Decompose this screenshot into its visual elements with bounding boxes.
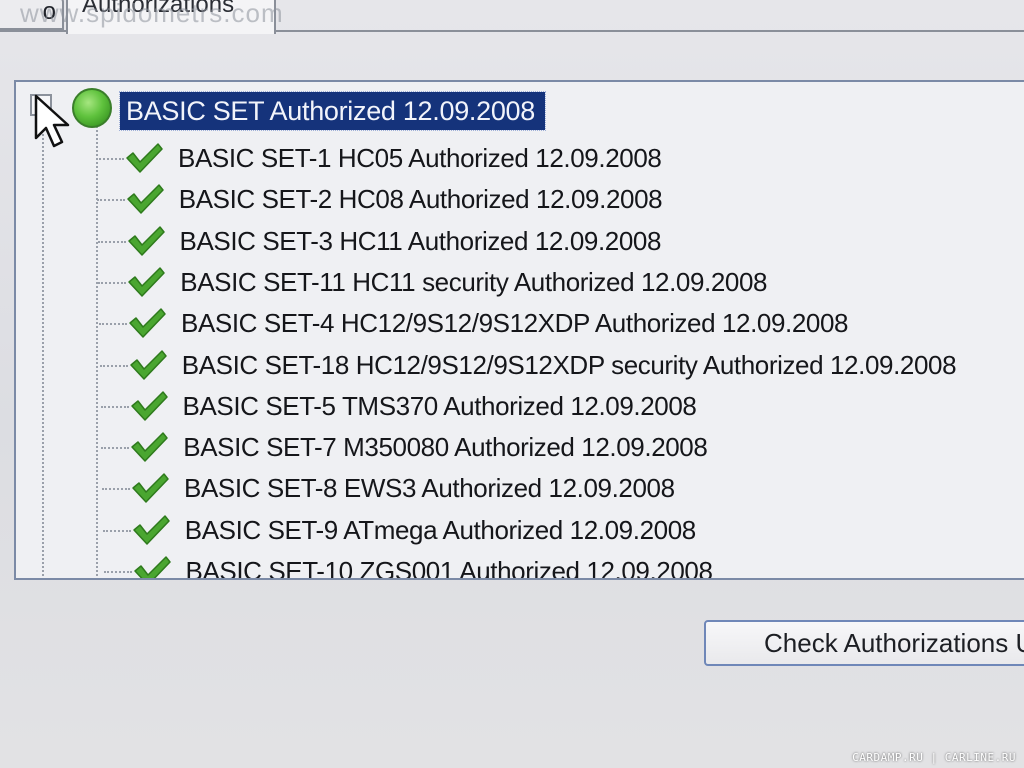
mouse-pointer-icon (34, 94, 70, 148)
tree-item-label: BASIC SET-5 TMS370 Authorized 12.09.2008 (182, 390, 697, 421)
tree-item-label: BASIC SET-9 ATmega Authorized 12.09.2008 (184, 514, 696, 545)
tree-item[interactable]: BASIC SET-18 HC12/9S12/9S12XDP security … (99, 345, 1024, 385)
tree-connector (97, 240, 126, 243)
check-icon (127, 225, 165, 256)
tree-item[interactable]: BASIC SET-4 HC12/9S12/9S12XDP Authorized… (99, 303, 1024, 343)
tree-item-label: BASIC SET-11 HC11 security Authorized 12… (180, 266, 768, 297)
tree-connector (101, 447, 130, 450)
tree-connector (99, 323, 127, 326)
tree-connector (102, 488, 130, 491)
tree-guide-line (42, 122, 44, 578)
tree-item-label: BASIC SET-1 HC05 Authorized 12.09.2008 (178, 143, 662, 173)
tree-item[interactable]: BASIC SET-5 TMS370 Authorized 12.09.2008 (100, 386, 1024, 426)
tree-connector (96, 199, 125, 202)
check-icon (128, 267, 165, 297)
tree-connector (96, 158, 124, 160)
watermark-top: www.spidometrs.com (20, 0, 284, 28)
tree-item-label: BASIC SET-18 HC12/9S12/9S12XDP security … (181, 349, 957, 380)
tree-item[interactable]: BASIC SET-10 ZGS001 Authorized 12.09.200… (103, 551, 1024, 580)
tree-item[interactable]: BASIC SET-2 HC08 Authorized 12.09.2008 (96, 179, 1024, 219)
tree-connector (103, 571, 132, 573)
tree-connector (100, 405, 129, 408)
watermark-bottom: CARDAMP.RU | CARLINE.RU (852, 751, 1016, 764)
tree-item-label: BASIC SET-3 HC11 Authorized 12.09.2008 (179, 225, 662, 256)
check-authorizations-button[interactable]: Check Authorizations U (704, 620, 1024, 666)
tree-connector (98, 281, 127, 284)
tree-item[interactable]: BASIC SET-7 M350080 Authorized 12.09.200… (101, 427, 1024, 467)
check-icon (129, 308, 166, 338)
tree-item-label: BASIC SET-7 M350080 Authorized 12.09.200… (183, 432, 708, 463)
check-icon (126, 143, 163, 173)
tree-item-label: BASIC SET-10 ZGS001 Authorized 12.09.200… (185, 556, 713, 580)
authorizations-tree[interactable]: BASIC SET Authorized 12.09.2008 BASIC SE… (14, 80, 1024, 580)
tree-connector (99, 364, 128, 367)
tree-item[interactable]: BASIC SET-8 EWS3 Authorized 12.09.2008 (102, 468, 1024, 508)
tree-item[interactable]: BASIC SET-3 HC11 Authorized 12.09.2008 (97, 221, 1024, 261)
check-icon (133, 514, 170, 545)
tab-strip-border (276, 30, 1024, 32)
tree-item-label: BASIC SET-2 HC08 Authorized 12.09.2008 (178, 184, 663, 215)
tree-connector (102, 529, 131, 532)
check-icon (127, 184, 164, 215)
tree-root-basic-set[interactable]: BASIC SET Authorized 12.09.2008 (119, 91, 546, 131)
check-icon (130, 349, 167, 380)
authorizations-window: o Authorizations www.spidometrs.com BASI… (0, 0, 1024, 768)
check-icon (130, 391, 168, 421)
tree-item-label: BASIC SET-4 HC12/9S12/9S12XDP Authorized… (181, 308, 849, 339)
check-icon (131, 432, 168, 462)
tree-item[interactable]: BASIC SET-11 HC11 security Authorized 12… (98, 262, 1024, 302)
status-ok-circle-icon (72, 88, 112, 128)
check-icon (132, 473, 169, 504)
tab-strip-border-left (0, 30, 66, 32)
tree-item-label: BASIC SET-8 EWS3 Authorized 12.09.2008 (184, 473, 675, 504)
tree-item[interactable]: BASIC SET-1 HC05 Authorized 12.09.2008 (96, 138, 1024, 178)
check-icon (133, 556, 171, 578)
tree-item[interactable]: BASIC SET-9 ATmega Authorized 12.09.2008 (102, 510, 1024, 550)
